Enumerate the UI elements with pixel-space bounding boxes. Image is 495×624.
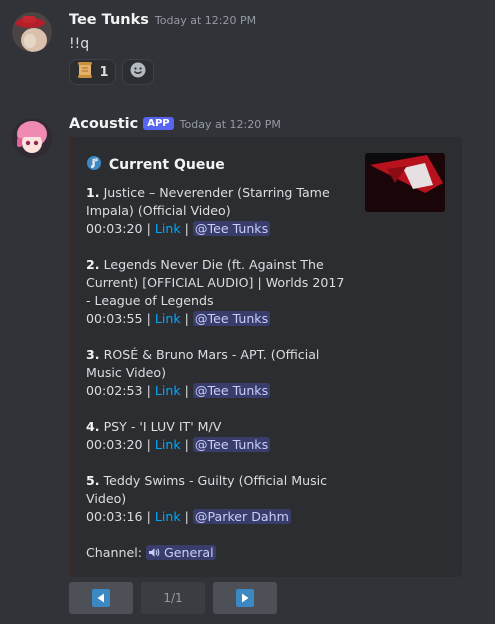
message-tee-tunks: Tee Tunks Today at 12:20 PM !!q 1 xyxy=(0,0,495,95)
entry-duration: 00:03:55 xyxy=(86,311,143,326)
entry-number: 5. xyxy=(86,473,100,488)
left-arrow-icon xyxy=(92,589,110,607)
queue-embed: Current Queue 1. Justice – Neverender (S… xyxy=(69,137,462,577)
queue-entry: 5. Teddy Swims - Guilty (Official Music … xyxy=(86,472,351,526)
avatar-tee-tunks[interactable] xyxy=(12,12,52,52)
channel-line: Channel: General xyxy=(86,544,351,563)
message-content: !!q xyxy=(69,36,90,52)
timestamp: Today at 12:20 PM xyxy=(154,14,257,27)
entry-link[interactable]: Link xyxy=(155,383,181,398)
entry-duration: 00:03:20 xyxy=(86,221,143,236)
timestamp: Today at 12:20 PM xyxy=(179,118,281,131)
queue-entry: 3. ROSÉ & Bruno Mars - APT. (Official Mu… xyxy=(86,346,351,400)
entry-number: 4. xyxy=(86,419,100,434)
speaker-icon xyxy=(148,545,160,563)
entry-title-line: 1. Justice – Neverender (Starring Tame I… xyxy=(86,184,351,220)
page-indicator-button: 1/1 xyxy=(141,582,205,614)
username-text[interactable]: Acoustic xyxy=(69,116,138,132)
entry-duration: 00:03:16 xyxy=(86,509,143,524)
reaction-count: 1 xyxy=(99,64,109,80)
entry-title: Legends Never Die (ft. Against The Curre… xyxy=(86,257,345,308)
right-arrow-icon xyxy=(236,589,254,607)
reactions-bar: 1 xyxy=(69,59,154,85)
entry-link[interactable]: Link xyxy=(155,509,181,524)
user-mention[interactable]: @Tee Tunks xyxy=(192,437,271,452)
video-thumbnail[interactable] xyxy=(365,153,445,212)
user-mention[interactable]: @Parker Dahm xyxy=(192,509,291,524)
embed-title: Current Queue xyxy=(86,155,225,175)
user-mention[interactable]: @Tee Tunks xyxy=(192,383,271,398)
entry-title: ROSÉ & Bruno Mars - APT. (Official Music… xyxy=(86,347,320,380)
scroll-icon xyxy=(76,61,94,83)
user-mention[interactable]: @Tee Tunks xyxy=(192,311,271,326)
entry-number: 1. xyxy=(86,185,100,200)
pagination-buttons: 1/1 xyxy=(69,582,277,614)
entry-link[interactable]: Link xyxy=(155,437,181,452)
entry-meta: 00:02:53 | Link | @Tee Tunks xyxy=(86,383,271,398)
channel-label: Channel: xyxy=(86,545,142,560)
queue-entry: 4. PSY - 'I LUV IT' M/V 00:03:20 | Link … xyxy=(86,418,351,454)
entry-title-line: 4. PSY - 'I LUV IT' M/V xyxy=(86,418,351,436)
username[interactable]: Tee Tunks Today at 12:20 PM xyxy=(69,12,256,28)
username-text[interactable]: Tee Tunks xyxy=(69,12,149,28)
entry-link[interactable]: Link xyxy=(155,221,181,236)
entry-meta: 00:03:20 | Link | @Tee Tunks xyxy=(86,221,271,236)
entry-duration: 00:03:20 xyxy=(86,437,143,452)
reaction-scroll[interactable]: 1 xyxy=(69,59,116,85)
entry-number: 2. xyxy=(86,257,100,272)
user-mention[interactable]: @Tee Tunks xyxy=(192,221,271,236)
next-page-button[interactable] xyxy=(213,582,277,614)
username[interactable]: Acoustic APP Today at 12:20 PM xyxy=(69,116,281,132)
entry-title: PSY - 'I LUV IT' M/V xyxy=(103,419,222,434)
channel-name[interactable]: General xyxy=(164,545,214,560)
entry-meta: 00:03:20 | Link | @Tee Tunks xyxy=(86,437,271,452)
app-badge: APP xyxy=(143,117,174,130)
queue-entry: 2. Legends Never Die (ft. Against The Cu… xyxy=(86,256,351,328)
entry-link[interactable]: Link xyxy=(155,311,181,326)
entry-number: 3. xyxy=(86,347,100,362)
add-reaction-button[interactable] xyxy=(122,59,154,85)
avatar-acoustic[interactable] xyxy=(12,118,52,158)
entry-meta: 00:03:55 | Link | @Tee Tunks xyxy=(86,311,271,326)
entry-title-line: 2. Legends Never Die (ft. Against The Cu… xyxy=(86,256,351,310)
entry-title: Justice – Neverender (Starring Tame Impa… xyxy=(86,185,330,218)
channel-mention[interactable]: General xyxy=(145,545,216,563)
entry-title-line: 5. Teddy Swims - Guilty (Official Music … xyxy=(86,472,351,508)
entry-title: Teddy Swims - Guilty (Official Music Vid… xyxy=(86,473,328,506)
add-reaction-smiley-icon xyxy=(129,61,147,83)
previous-page-button[interactable] xyxy=(69,582,133,614)
queue-entry: 1. Justice – Neverender (Starring Tame I… xyxy=(86,184,351,238)
entry-duration: 00:02:53 xyxy=(86,383,143,398)
queue-list: 1. Justice – Neverender (Starring Tame I… xyxy=(86,184,351,563)
entry-title-line: 3. ROSÉ & Bruno Mars - APT. (Official Mu… xyxy=(86,346,351,382)
entry-meta: 00:03:16 | Link | @Parker Dahm xyxy=(86,509,291,524)
music-note-icon xyxy=(86,155,102,175)
embed-title-text: Current Queue xyxy=(108,157,225,173)
